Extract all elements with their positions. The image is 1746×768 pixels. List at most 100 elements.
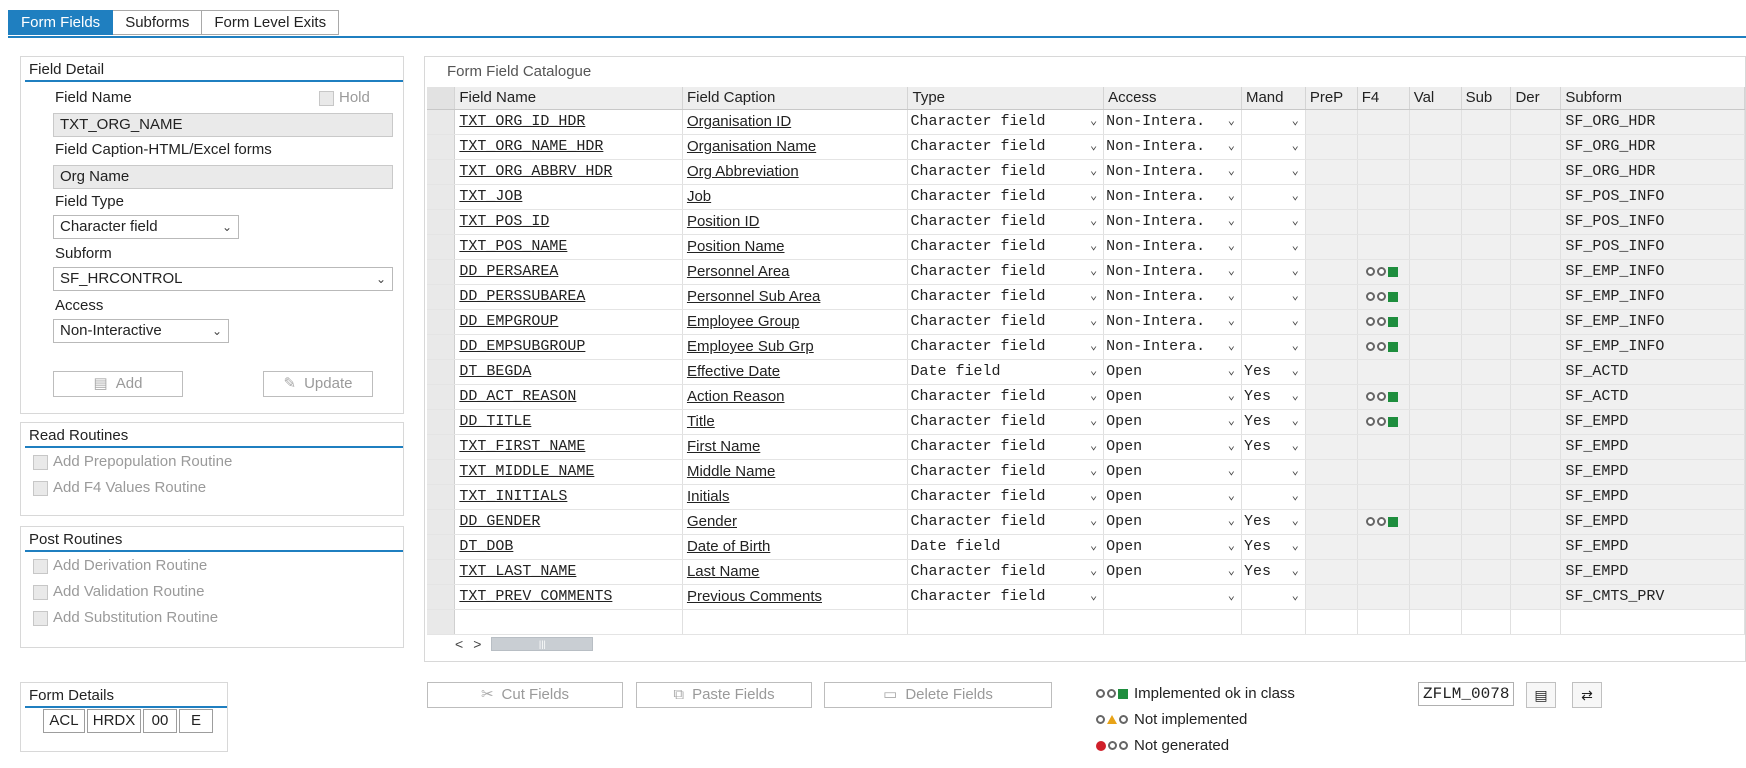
access-select[interactable]: Non-Interactive ⌄ xyxy=(53,319,229,343)
cell-type-select[interactable]: Character field ⌄ xyxy=(907,509,1105,535)
status-ok-icon[interactable] xyxy=(1362,516,1398,527)
notepad-icon[interactable]: ▤ xyxy=(1526,682,1556,708)
cell-type-select[interactable]: Character field ⌄ xyxy=(907,459,1105,485)
cell-type-select[interactable]: Character field ⌄ xyxy=(907,134,1105,160)
cell-access-select[interactable]: Non-Intera. ⌄ xyxy=(1103,309,1242,335)
cell-type-select[interactable]: Character field ⌄ xyxy=(907,209,1105,235)
row-selector[interactable] xyxy=(427,159,456,185)
cell-type-select[interactable]: Character field ⌄ xyxy=(907,334,1105,360)
prepopulation-checkbox[interactable] xyxy=(33,455,48,470)
column-header[interactable]: Field Name xyxy=(454,87,683,110)
status-ok-icon[interactable] xyxy=(1362,341,1398,352)
row-selector[interactable] xyxy=(427,459,456,485)
cell-type-select[interactable]: Character field ⌄ xyxy=(907,284,1105,310)
column-header[interactable]: Mand xyxy=(1241,87,1306,110)
row-selector[interactable] xyxy=(427,109,456,135)
cell-type-select[interactable]: Character field ⌄ xyxy=(907,109,1105,135)
row-selector[interactable] xyxy=(427,209,456,235)
cell-mand-select[interactable]: ⌄ xyxy=(1241,484,1306,510)
column-header[interactable]: Val xyxy=(1409,87,1462,110)
cell-field-caption[interactable]: Initials xyxy=(682,484,909,510)
cell-field-name[interactable]: TXT_MIDDLE_NAME xyxy=(454,459,683,485)
row-selector[interactable] xyxy=(427,134,456,160)
cell-type-select[interactable]: Character field ⌄ xyxy=(907,384,1105,410)
cell-access-select[interactable]: Open ⌄ xyxy=(1103,384,1242,410)
cell-field-name[interactable]: TXT_ORG_ABBRV_HDR xyxy=(454,159,683,185)
scroll-thumb[interactable]: ||| xyxy=(491,637,594,651)
cell-mand-select[interactable]: Yes ⌄ xyxy=(1241,559,1306,585)
row-selector[interactable] xyxy=(427,434,456,460)
column-header[interactable]: Field Caption xyxy=(682,87,909,110)
column-header[interactable]: Subform xyxy=(1560,87,1745,110)
cell-mand-select[interactable]: Yes ⌄ xyxy=(1241,509,1306,535)
cell-type-select[interactable]: Character field ⌄ xyxy=(907,259,1105,285)
cell-access-select[interactable]: Open ⌄ xyxy=(1103,434,1242,460)
cell-type-select[interactable]: Character field ⌄ xyxy=(907,234,1105,260)
row-selector[interactable] xyxy=(427,259,456,285)
column-header[interactable]: PreP xyxy=(1305,87,1358,110)
cell-type-select[interactable]: Character field ⌄ xyxy=(907,409,1105,435)
cell-field-name[interactable]: TXT_FIRST_NAME xyxy=(454,434,683,460)
cell-access-select[interactable]: Non-Intera. ⌄ xyxy=(1103,159,1242,185)
cell-access-select[interactable]: Non-Intera. ⌄ xyxy=(1103,334,1242,360)
cell-field-name[interactable]: TXT_ORG_ID_HDR xyxy=(454,109,683,135)
status-ok-icon[interactable] xyxy=(1362,391,1398,402)
cell-access-select[interactable]: Non-Intera. ⌄ xyxy=(1103,184,1242,210)
table-row[interactable]: TXT_LAST_NAME Last Name Character field ⌄ Op… xyxy=(427,559,1745,585)
cell-mand-select[interactable]: ⌄ xyxy=(1241,584,1306,610)
row-selector[interactable] xyxy=(427,584,456,610)
cell-field-caption[interactable]: Personnel Sub Area xyxy=(682,284,909,310)
column-header[interactable]: F4 xyxy=(1357,87,1410,110)
row-selector[interactable] xyxy=(427,559,456,585)
cell-field-caption[interactable]: Action Reason xyxy=(682,384,909,410)
row-selector[interactable] xyxy=(427,484,456,510)
scroll-right-icon[interactable]: > xyxy=(473,636,481,652)
cell-access-select[interactable]: Open ⌄ xyxy=(1103,484,1242,510)
validation-checkbox[interactable] xyxy=(33,585,48,600)
cell-access-select[interactable]: Non-Intera. ⌄ xyxy=(1103,209,1242,235)
column-header[interactable]: Sub xyxy=(1461,87,1512,110)
cell-field-name[interactable]: DT_DOB xyxy=(454,534,683,560)
cell-type-select[interactable]: Character field ⌄ xyxy=(907,434,1105,460)
field-name-field[interactable]: TXT_ORG_NAME xyxy=(53,113,393,137)
cell-field-name[interactable]: DD_EMPGROUP xyxy=(454,309,683,335)
cell-type-select[interactable]: Character field ⌄ xyxy=(907,559,1105,585)
table-row[interactable]: TXT_ORG_ID_HDR Organisation ID Character f… xyxy=(427,109,1745,135)
cell-field-name[interactable]: TXT_JOB xyxy=(454,184,683,210)
substitution-checkbox[interactable] xyxy=(33,611,48,626)
cell-access-select[interactable]: Non-Intera. ⌄ xyxy=(1103,134,1242,160)
cell-access-select[interactable]: Open ⌄ xyxy=(1103,359,1242,385)
cell-field-caption[interactable]: First Name xyxy=(682,434,909,460)
table-row[interactable]: TXT_POS_ID Position ID Character field ⌄ Non… xyxy=(427,209,1745,235)
field-caption-field[interactable]: Org Name xyxy=(53,165,393,189)
cell-field-name[interactable]: DD_PERSAREA xyxy=(454,259,683,285)
cell-mand-select[interactable]: Yes ⌄ xyxy=(1241,409,1306,435)
cell-field-name[interactable]: DD_ACT_REASON xyxy=(454,384,683,410)
cell-field-caption[interactable]: Employee Sub Grp xyxy=(682,334,909,360)
cell-access-select[interactable]: Non-Intera. ⌄ xyxy=(1103,109,1242,135)
cell-field-caption[interactable]: Personnel Area xyxy=(682,259,909,285)
cell-type-select[interactable]: Date field ⌄ xyxy=(907,359,1105,385)
cell-access-select[interactable]: Open ⌄ xyxy=(1103,459,1242,485)
scroll-left-icon[interactable]: < xyxy=(455,636,463,652)
table-row[interactable]: TXT_INITIALS Initials Character field ⌄ Open… xyxy=(427,484,1745,510)
transport-icon[interactable]: ⇄ xyxy=(1572,682,1602,708)
cell-field-caption[interactable]: Employee Group xyxy=(682,309,909,335)
cell-field-name[interactable]: TXT_LAST_NAME xyxy=(454,559,683,585)
cell-type-select[interactable]: Date field ⌄ xyxy=(907,534,1105,560)
table-row[interactable]: DD_PERSSUBAREA Personnel Sub Area Characte… xyxy=(427,284,1745,310)
cell-field-name[interactable]: DT_BEGDA xyxy=(454,359,683,385)
tab-subforms[interactable]: Subforms xyxy=(113,10,203,35)
cell-type-select[interactable]: Character field ⌄ xyxy=(907,309,1105,335)
tab-form-fields[interactable]: Form Fields xyxy=(8,10,114,35)
row-selector[interactable] xyxy=(427,184,456,210)
cell-field-name[interactable]: DD_TITLE xyxy=(454,409,683,435)
cell-field-name[interactable]: TXT_ORG_NAME_HDR xyxy=(454,134,683,160)
cell-field-caption[interactable]: Position Name xyxy=(682,234,909,260)
cell-access-select[interactable]: Open ⌄ xyxy=(1103,534,1242,560)
update-button[interactable]: ✎ Update xyxy=(263,371,373,397)
table-row[interactable]: TXT_ORG_ABBRV_HDR Org Abbreviation Charact… xyxy=(427,159,1745,185)
cell-mand-select[interactable]: Yes ⌄ xyxy=(1241,434,1306,460)
column-header[interactable]: Access xyxy=(1103,87,1242,110)
table-row[interactable]: DD_TITLE Title Character field ⌄ Open ⌄ Yes ⌄ SF… xyxy=(427,409,1745,435)
